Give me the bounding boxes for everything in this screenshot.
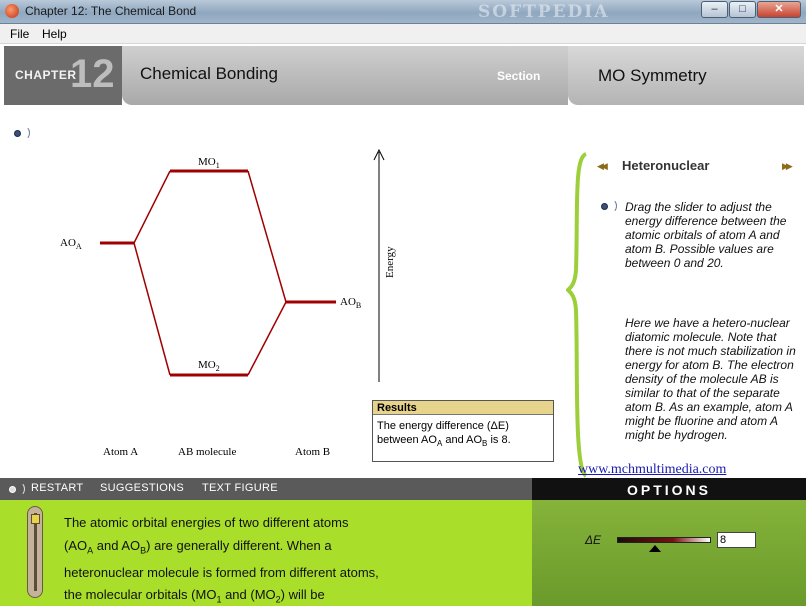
chapter-number: 12	[70, 52, 115, 96]
connector	[247, 170, 287, 303]
aoa-label: AOA	[60, 237, 82, 252]
title-bar: Chapter 12: The Chemical Bond SOFTPEDIA …	[0, 0, 806, 24]
prev-arrow-icon[interactable]: ◀◀	[597, 161, 608, 172]
results-header: Results	[373, 401, 553, 415]
mo1-label: MO1	[198, 156, 220, 171]
website-link[interactable]: www.mchmultimedia.com	[578, 462, 726, 478]
options-header: OPTIONS	[532, 478, 806, 500]
chapter-header: CHAPTER 12 Chemical Bonding Section MO S…	[0, 44, 806, 108]
app-icon	[5, 4, 19, 18]
window-title: Chapter 12: The Chemical Bond	[25, 4, 197, 18]
delta-e-input[interactable]: 8	[717, 532, 756, 548]
scroll-thumb[interactable]	[31, 514, 40, 524]
watermark: SOFTPEDIA	[478, 2, 610, 22]
text-scrollbar[interactable]	[27, 506, 43, 598]
topic-title: Chemical Bonding	[140, 64, 278, 83]
menu-help[interactable]: Help	[42, 27, 67, 41]
energy-axis-label: Energy	[384, 246, 396, 278]
text-figure-button[interactable]: TEXT FIGURE	[202, 482, 278, 494]
delta-e-label: ΔE	[585, 533, 602, 547]
menu-file[interactable]: File	[10, 27, 29, 41]
restart-button[interactable]: RESTART	[31, 482, 83, 494]
maximize-button[interactable]: □	[729, 1, 756, 18]
bottom-toolbar: RESTART SUGGESTIONS TEXT FIGURE	[0, 478, 532, 500]
delta-e-slider[interactable]	[617, 537, 711, 543]
energy-axis	[373, 148, 385, 382]
panel-speaker-icon[interactable]	[601, 199, 617, 213]
subtopic-title: MO Symmetry	[598, 66, 707, 85]
delta-e-slider-thumb[interactable]	[649, 545, 661, 552]
minimize-button[interactable]: –	[701, 1, 728, 18]
curly-brace	[566, 152, 588, 478]
options-area	[532, 500, 806, 606]
next-arrow-icon[interactable]: ▶▶	[782, 161, 793, 172]
atom-b-label: Atom B	[295, 446, 331, 458]
atom-a-label: Atom A	[103, 446, 139, 458]
chapter-label: CHAPTER	[15, 68, 77, 82]
connector	[133, 170, 171, 244]
connector	[247, 301, 287, 376]
panel-explanation: Here we have a hetero-nuclear diatomic m…	[625, 316, 796, 442]
close-button[interactable]: ✕	[757, 1, 801, 18]
menu-bar: File Help	[0, 24, 806, 44]
section-label[interactable]: Section	[497, 69, 540, 83]
results-body: The energy difference (ΔE) between AOA a…	[377, 420, 511, 449]
mo2-label: MO2	[198, 359, 220, 374]
panel-instructions: Drag the slider to adjust the energy dif…	[625, 200, 787, 270]
panel-title: Heteronuclear	[622, 158, 710, 173]
ab-molecule-label: AB molecule	[178, 446, 237, 458]
suggestions-button[interactable]: SUGGESTIONS	[100, 482, 184, 494]
toolbar-speaker-icon[interactable]	[9, 482, 25, 496]
results-box: Results The energy difference (ΔE) betwe…	[372, 400, 554, 462]
aob-label: AOB	[340, 296, 362, 311]
body-text: The atomic orbital energies of two diffe…	[64, 515, 379, 605]
connector	[133, 242, 171, 376]
